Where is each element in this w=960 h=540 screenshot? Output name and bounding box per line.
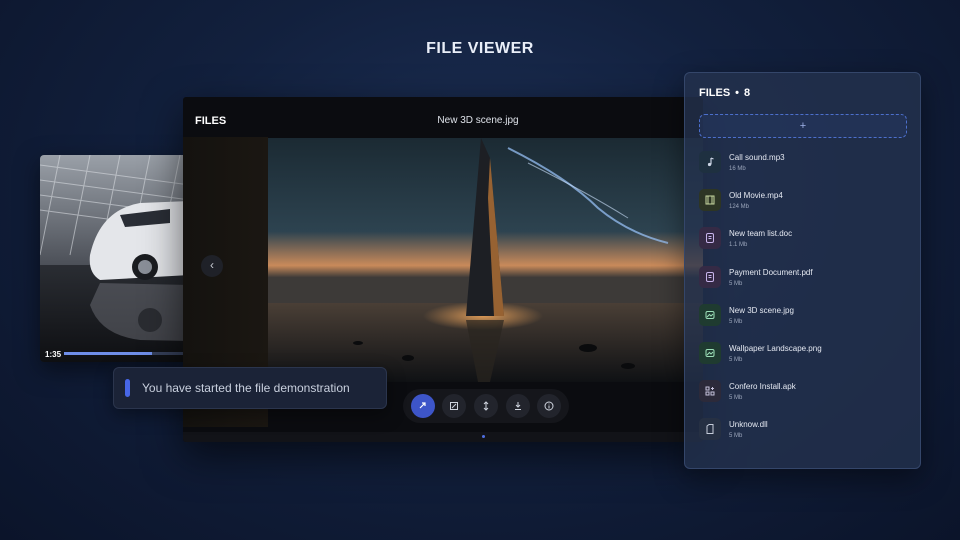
video-time: 1:35	[45, 350, 62, 359]
blank-file-icon	[699, 418, 721, 441]
video-thumbnail	[40, 155, 190, 362]
toast-message: You have started the file demonstration	[142, 381, 350, 395]
resize-icon	[483, 401, 489, 411]
info-icon	[544, 401, 554, 411]
file-size: 5 Mb	[729, 318, 743, 325]
file-name: New 3D scene.jpg	[729, 305, 794, 315]
image-preview	[268, 138, 703, 382]
file-list: Call sound.mp3 16 Mb Old Movie.mp4 124 Mb Ne…	[699, 151, 909, 457]
file-size: 5 Mb	[729, 433, 743, 440]
file-list-item[interactable]: Wallpaper Landscape.png 5 Mb	[699, 341, 909, 380]
file-name: New team list.doc	[729, 229, 793, 239]
files-count: 8	[744, 87, 751, 99]
files-label: FILES	[699, 87, 731, 99]
download-button[interactable]	[505, 394, 530, 418]
file-name: Call sound.mp3	[729, 153, 785, 162]
share-button[interactable]	[410, 394, 435, 418]
video-preview-card[interactable]: 1:35	[40, 155, 190, 362]
file-list-item[interactable]: Confero Install.apk 5 Mb	[699, 380, 909, 418]
viewer-filename: New 3D scene.jpg	[437, 115, 519, 126]
file-name: Payment Document.pdf	[729, 267, 813, 277]
video-progress-bar[interactable]	[64, 352, 190, 355]
image-icon	[699, 341, 721, 364]
scene-image	[268, 138, 703, 382]
file-name: Old Movie.mp4	[729, 191, 783, 201]
edit-button[interactable]	[442, 394, 467, 418]
page-title: FILE VIEWER	[426, 40, 534, 57]
file-size: 5 Mb	[729, 395, 743, 402]
file-list-item[interactable]: Unknow.dll 5 Mb	[699, 418, 909, 456]
file-size: 1.1 Mb	[729, 242, 748, 249]
file-list-item[interactable]: New 3D scene.jpg 5 Mb	[699, 303, 909, 342]
file-list-item[interactable]: New team list.doc 1.1 Mb	[699, 227, 909, 265]
download-icon	[514, 402, 521, 410]
pagination-dot[interactable]	[482, 435, 485, 438]
file-size: 5 Mb	[729, 280, 743, 287]
file-name: Confero Install.apk	[729, 382, 796, 392]
music-note-icon	[699, 151, 721, 173]
resize-button[interactable]	[473, 394, 498, 418]
document-icon	[699, 227, 721, 250]
edit-icon	[450, 402, 459, 410]
notification-toast: You have started the file demonstration	[113, 367, 387, 409]
info-button[interactable]	[537, 394, 562, 418]
file-name: Unknow.dll	[729, 420, 768, 430]
share-icon	[419, 402, 426, 409]
file-size: 16 Mb	[729, 166, 746, 172]
chevron-left-icon: ‹	[210, 258, 214, 272]
image-icon	[699, 303, 721, 326]
film-icon	[699, 189, 721, 212]
toast-accent-bar	[125, 379, 130, 397]
file-list-item[interactable]: Call sound.mp3 16 Mb	[699, 151, 909, 189]
add-file-button[interactable]: +	[699, 114, 907, 138]
files-panel: FILES • 8 + Call sound.mp3 16 Mb Old Movie.m…	[684, 72, 921, 469]
document-icon	[699, 265, 721, 288]
viewer-pagination	[183, 432, 703, 442]
file-list-item[interactable]: Payment Document.pdf 5 Mb	[699, 265, 909, 304]
files-header: FILES • 8	[699, 87, 750, 99]
apps-icon	[699, 380, 721, 403]
files-header-dot: •	[735, 87, 740, 99]
file-size: 5 Mb	[729, 356, 743, 363]
previous-button[interactable]: ‹	[201, 255, 223, 277]
plus-icon: +	[799, 120, 807, 132]
file-name: Wallpaper Landscape.png	[729, 343, 822, 353]
viewer-toolbar	[403, 389, 569, 423]
video-progress-fill	[64, 352, 153, 355]
file-list-item[interactable]: Old Movie.mp4 124 Mb	[699, 189, 909, 227]
file-size: 124 Mb	[729, 204, 750, 211]
